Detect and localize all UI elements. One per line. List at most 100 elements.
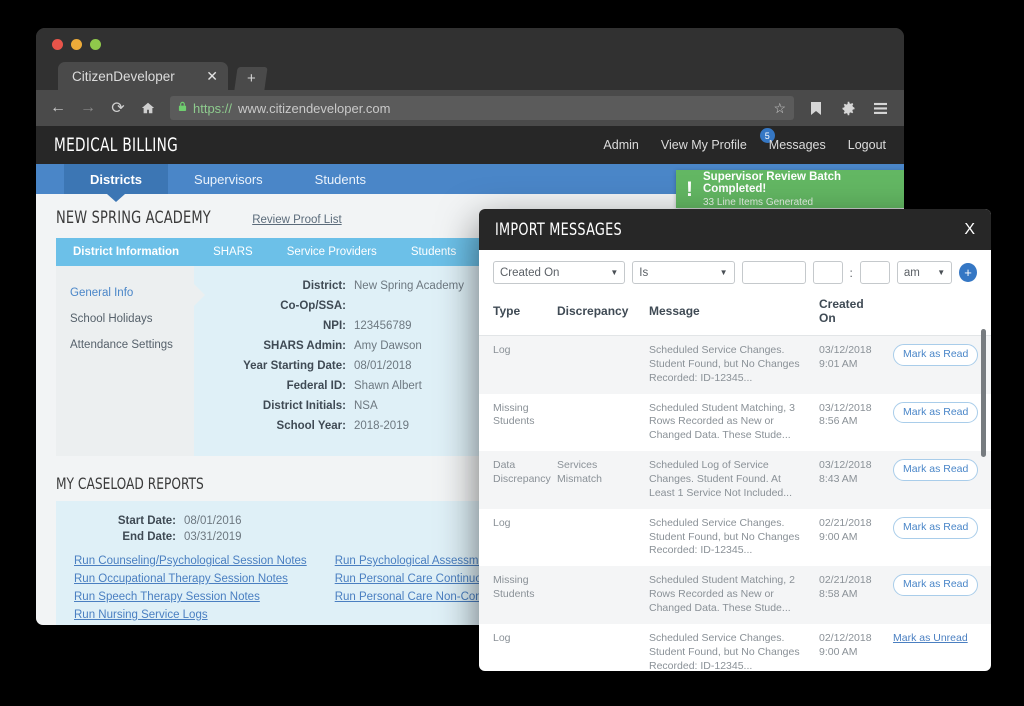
info-label: Start Date:: [117, 515, 176, 527]
sub-tab-shars[interactable]: SHARS: [196, 238, 270, 266]
header-link-view-my-profile[interactable]: View My Profile: [661, 138, 747, 152]
info-value: 123456789: [354, 320, 412, 332]
close-icon[interactable]: X: [964, 221, 975, 239]
address-bar[interactable]: https:// www.citizendeveloper.com ☆: [170, 96, 794, 120]
filter-ampm-value: am: [903, 266, 920, 279]
header-link-admin[interactable]: Admin: [603, 138, 638, 152]
report-link[interactable]: Run Occupational Therapy Session Notes: [74, 573, 307, 585]
header-link-logout[interactable]: Logout: [848, 138, 886, 152]
gear-icon[interactable]: [834, 94, 862, 122]
filter-ampm-select[interactable]: am ▼: [896, 261, 953, 284]
header-link-messages-wrap: 5 Messages: [759, 128, 826, 152]
cell-message: Scheduled Service Changes. Student Found…: [649, 631, 800, 671]
close-window-button[interactable]: [52, 39, 63, 50]
nav-tab-districts[interactable]: Districts: [64, 164, 169, 202]
district-side-menu: General Info School Holidays Attendance …: [56, 266, 205, 456]
report-link[interactable]: Run Speech Therapy Session Notes: [74, 591, 307, 603]
table-row[interactable]: Log Scheduled Service Changes. Student Fo…: [479, 335, 991, 394]
nav-tab-districts-label: Districts: [90, 171, 143, 187]
messages-table-wrap: Type Discrepancy Message Created On Log S…: [479, 295, 991, 671]
cell-action: Mark as Read: [887, 451, 991, 509]
new-tab-label: +: [246, 70, 256, 87]
sub-tab-district-information-label: District Information: [73, 246, 180, 258]
cell-created-on: 03/12/2018 8:56 AM: [819, 401, 872, 428]
header-link-messages[interactable]: Messages: [769, 138, 826, 152]
cell-discrepancy: Services Mismatch: [551, 451, 643, 509]
filter-minute-input[interactable]: [859, 261, 890, 284]
forward-icon[interactable]: →: [74, 94, 102, 122]
add-filter-button[interactable]: +: [959, 263, 977, 282]
info-value: 08/01/2016: [184, 515, 242, 527]
star-icon[interactable]: ☆: [773, 100, 786, 117]
screenshot-stage: CitizenDeveloper ✕ + ← → ⟳ https:// www.…: [0, 0, 1024, 706]
filter-hour-input[interactable]: [812, 261, 843, 284]
notification-toast[interactable]: ! Supervisor Review Batch Completed! 33 …: [676, 170, 904, 208]
info-value: Amy Dawson: [354, 340, 422, 352]
mark-as-read-button[interactable]: Mark as Read: [893, 516, 979, 539]
table-row[interactable]: Missing Students Scheduled Student Matchi…: [479, 566, 991, 624]
filter-field-select[interactable]: Created On ▼: [493, 261, 626, 284]
table-row[interactable]: Missing Students Scheduled Student Matchi…: [479, 394, 991, 452]
filter-date-input[interactable]: [741, 261, 806, 284]
table-row[interactable]: Data Discrepancy Services Mismatch Schedul…: [479, 451, 991, 509]
sub-tab-service-providers[interactable]: Service Providers: [270, 238, 394, 266]
modal-title: IMPORT MESSAGES: [495, 219, 622, 240]
minimize-window-button[interactable]: [71, 39, 82, 50]
column-header-message: Message: [643, 295, 813, 336]
nav-tab-supervisors[interactable]: Supervisors: [168, 164, 289, 194]
cell-created-on: 02/12/2018 9:00 AM: [819, 631, 872, 658]
browser-toolbar: ← → ⟳ https:// www.citizendeveloper.com …: [36, 90, 904, 126]
nav-tab-students[interactable]: Students: [289, 164, 392, 194]
filter-operator-select[interactable]: Is ▼: [632, 261, 735, 284]
bookmark-icon[interactable]: [802, 94, 830, 122]
cell-action: Mark as Read: [887, 335, 991, 394]
sub-tab-district-information[interactable]: District Information: [56, 238, 197, 266]
import-messages-modal: IMPORT MESSAGES X Created On ▼ Is ▼ : am…: [479, 209, 991, 671]
window-controls[interactable]: [52, 39, 101, 50]
info-label: End Date:: [122, 531, 176, 543]
close-tab-icon[interactable]: ✕: [206, 68, 218, 85]
review-proof-list-link[interactable]: Review Proof List: [252, 214, 341, 226]
cell-type: Log: [479, 335, 551, 394]
cell-action: Mark as Read: [887, 509, 991, 567]
column-header-discrepancy: Discrepancy: [551, 295, 643, 336]
chevron-down-icon: ▼: [937, 268, 946, 277]
reload-icon[interactable]: ⟳: [104, 94, 132, 122]
app-brand: MEDICAL BILLING: [54, 134, 179, 156]
lock-icon: [178, 101, 187, 115]
table-row[interactable]: Log Scheduled Service Changes. Student Fo…: [479, 509, 991, 567]
report-link[interactable]: Run Nursing Service Logs: [74, 609, 307, 621]
sidebar-item-attendance-settings[interactable]: Attendance Settings: [56, 332, 194, 358]
nav-tab-supervisors-label: Supervisors: [194, 171, 263, 187]
sidebar-item-attendance-settings-label: Attendance Settings: [70, 339, 173, 351]
table-row[interactable]: Log Scheduled Service Changes. Student Fo…: [479, 624, 991, 671]
mark-as-read-button[interactable]: Mark as Read: [893, 344, 979, 366]
cell-message: Scheduled Student Matching, 2 Rows Recor…: [643, 566, 813, 624]
mark-as-read-button[interactable]: Mark as Read: [893, 401, 979, 424]
mark-as-unread-link[interactable]: Mark as Unread: [893, 632, 968, 644]
scrollbar-thumb[interactable]: [981, 329, 986, 457]
time-colon-separator: :: [849, 265, 853, 280]
report-link[interactable]: Run Counseling/Psychological Session Not…: [74, 555, 307, 567]
cell-type: Log: [493, 516, 511, 529]
menu-icon[interactable]: [866, 94, 894, 122]
sidebar-item-general-info[interactable]: General Info: [56, 280, 194, 306]
info-value: Shawn Albert: [354, 380, 422, 392]
cell-type: Missing Students: [493, 401, 535, 428]
mark-as-read-button[interactable]: Mark as Read: [893, 574, 979, 597]
sub-tab-students[interactable]: Students: [394, 238, 473, 266]
sidebar-item-school-holidays[interactable]: School Holidays: [56, 306, 194, 332]
maximize-window-button[interactable]: [90, 39, 101, 50]
new-tab-button[interactable]: +: [234, 67, 268, 90]
column-header-created-on: Created On: [813, 295, 887, 336]
toast-title: Supervisor Review Batch Completed!: [703, 170, 842, 195]
caseload-links-left: Run Counseling/Psychological Session Not…: [74, 555, 307, 625]
back-icon[interactable]: ←: [44, 94, 72, 122]
home-icon[interactable]: [134, 94, 162, 122]
cell-type: Data Discrepancy: [479, 451, 551, 509]
filter-operator-value: Is: [639, 266, 649, 279]
browser-tab[interactable]: CitizenDeveloper ✕: [58, 62, 228, 90]
modal-scrollbar[interactable]: [981, 325, 986, 671]
sub-tab-students-label: Students: [410, 246, 457, 258]
mark-as-read-button[interactable]: Mark as Read: [893, 459, 979, 482]
